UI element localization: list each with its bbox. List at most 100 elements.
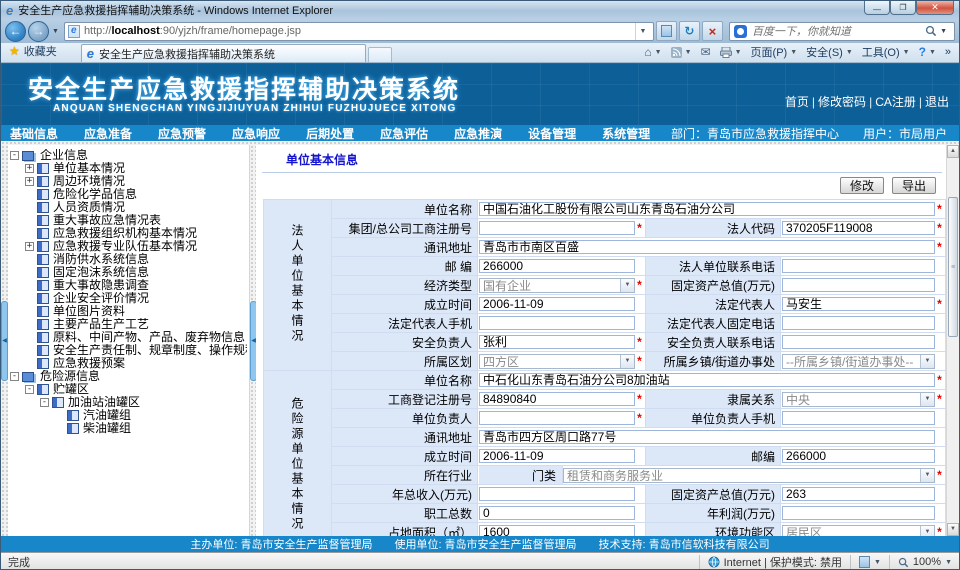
form-select[interactable]: 四方区 xyxy=(479,354,635,369)
form-input[interactable] xyxy=(782,335,935,349)
tree-item-7[interactable]: +应急救援专业队伍基本情况 xyxy=(10,240,247,253)
form-input[interactable] xyxy=(782,506,935,520)
form-input[interactable] xyxy=(782,316,935,330)
form-input[interactable]: 84890840 xyxy=(479,392,635,406)
address-dropdown-icon[interactable]: ▼ xyxy=(635,23,650,40)
collapse-toggle-icon[interactable]: - xyxy=(40,398,49,407)
form-input[interactable] xyxy=(479,487,635,501)
maximize-button[interactable] xyxy=(890,1,916,15)
tree-item-9[interactable]: 固定泡沫系统信息 xyxy=(10,266,247,279)
safety-menu-button[interactable]: 安全(S)▼ xyxy=(806,44,853,60)
help-menu-button[interactable]: ?▼ xyxy=(919,46,936,58)
form-select[interactable]: 国有企业 xyxy=(479,278,635,293)
form-input[interactable]: 青岛市市南区百盛 xyxy=(479,240,935,254)
form-input[interactable]: 张利 xyxy=(479,335,635,349)
address-bar[interactable]: http://localhost:90/yjzh/frame/homepage.… xyxy=(64,22,654,41)
tree-item-10[interactable]: 重大事故隐患调查 xyxy=(10,279,247,292)
form-input[interactable]: 266000 xyxy=(782,449,935,463)
form-input[interactable]: 0 xyxy=(479,506,635,520)
form-input[interactable]: 1600 xyxy=(479,525,635,536)
tree-item-15[interactable]: 安全生产责任制、规章制度、操作规程信息 xyxy=(10,344,247,357)
tree-item-16[interactable]: 应急救援预案 xyxy=(10,357,247,370)
page-menu-button[interactable]: 页面(P)▼ xyxy=(751,44,798,60)
print-button[interactable]: ▼ xyxy=(720,47,742,58)
zoom-control[interactable]: 100% ▼ xyxy=(889,555,952,569)
collapse-toggle-icon[interactable]: - xyxy=(10,151,19,160)
search-dropdown-icon[interactable]: ▼ xyxy=(940,28,947,35)
expand-toggle-icon[interactable]: + xyxy=(25,177,34,186)
tree-item-4[interactable]: 人员资质情况 xyxy=(10,201,247,214)
collapse-toggle-icon[interactable]: - xyxy=(25,385,34,394)
tree-item-13[interactable]: 主要产品生产工艺 xyxy=(10,318,247,331)
tree-item-6[interactable]: 应急救援组织机构基本情况 xyxy=(10,227,247,240)
nav-item-4[interactable]: 后期处置 xyxy=(306,125,354,141)
tree-item-12[interactable]: 单位图片资料 xyxy=(10,305,247,318)
feeds-button[interactable]: ▼ xyxy=(671,47,692,58)
tree-item-2[interactable]: +周边环境情况 xyxy=(10,175,247,188)
favorites-button[interactable]: ★ 收藏夹 xyxy=(1,43,67,62)
search-magnifier-icon[interactable] xyxy=(925,25,937,37)
nav-item-0[interactable]: 基础信息 xyxy=(10,125,58,141)
form-input[interactable]: 中石化山东青岛石油分公司8加油站 xyxy=(479,373,935,387)
form-input[interactable] xyxy=(782,278,935,292)
nav-item-8[interactable]: 系统管理 xyxy=(602,125,650,141)
scrollbar-down-arrow[interactable]: ▼ xyxy=(947,523,959,536)
form-select[interactable]: 租赁和商务服务业 xyxy=(563,468,935,483)
splitter-collapse-handle-left[interactable]: ◀ xyxy=(1,301,8,381)
form-input[interactable]: 2006-11-09 xyxy=(479,297,635,311)
form-input[interactable] xyxy=(479,411,635,425)
tree-splitter[interactable]: ◀ xyxy=(249,145,256,536)
header-link-0[interactable]: 首页 xyxy=(785,93,809,110)
expand-toggle-icon[interactable]: + xyxy=(25,164,34,173)
form-input[interactable]: 青岛市四方区周口路77号 xyxy=(479,430,935,444)
tools-menu-button[interactable]: 工具(O)▼ xyxy=(862,44,910,60)
command-overflow-button[interactable]: » xyxy=(945,46,951,58)
form-input[interactable]: 266000 xyxy=(479,259,635,273)
tree-item-0[interactable]: -企业信息 xyxy=(10,149,247,162)
collapse-toggle-icon[interactable]: - xyxy=(10,372,19,381)
header-link-2[interactable]: CA注册 xyxy=(875,93,916,110)
form-select[interactable]: --所属乡镇/街道办事处-- xyxy=(782,354,935,369)
export-button[interactable]: 导出 xyxy=(892,177,936,194)
nav-item-7[interactable]: 设备管理 xyxy=(528,125,576,141)
nav-item-6[interactable]: 应急推演 xyxy=(454,125,502,141)
read-mail-button[interactable]: ✉ xyxy=(701,46,711,58)
form-input[interactable] xyxy=(782,259,935,273)
header-link-1[interactable]: 修改密码 xyxy=(818,93,866,110)
scrollbar-up-arrow[interactable]: ▲ xyxy=(947,145,959,158)
nav-item-1[interactable]: 应急准备 xyxy=(84,125,132,141)
scrollbar-thumb[interactable]: ≡ xyxy=(948,197,958,337)
form-input[interactable]: 2006-11-09 xyxy=(479,449,635,463)
tree-item-18[interactable]: -贮罐区 xyxy=(10,383,247,396)
new-tab-button[interactable] xyxy=(368,47,392,62)
form-input[interactable]: 中国石油化工股份有限公司山东青岛石油分公司 xyxy=(479,202,935,216)
form-input[interactable] xyxy=(479,221,635,235)
expand-toggle-icon[interactable]: + xyxy=(25,242,34,251)
history-dropdown-icon[interactable]: ▼ xyxy=(52,28,59,35)
tree-item-8[interactable]: 消防供水系统信息 xyxy=(10,253,247,266)
back-button[interactable]: ← xyxy=(5,21,26,42)
content-scrollbar[interactable]: ▲ ≡ ▼ xyxy=(946,145,959,536)
form-select[interactable]: 居民区 xyxy=(782,525,935,537)
tree-item-5[interactable]: 重大事故应急情况表 xyxy=(10,214,247,227)
form-input[interactable]: 马安生 xyxy=(782,297,935,311)
tree-item-14[interactable]: 原料、中间产物、产品、废弃物信息 xyxy=(10,331,247,344)
refresh-button[interactable]: ↻ xyxy=(679,21,700,41)
form-input[interactable]: 370205F119008 xyxy=(782,221,935,235)
tree-item-11[interactable]: 企业安全评价情况 xyxy=(10,292,247,305)
modify-button[interactable]: 修改 xyxy=(840,177,884,194)
tree-item-21[interactable]: 柴油罐组 xyxy=(10,422,247,435)
form-input[interactable] xyxy=(782,411,935,425)
nav-item-2[interactable]: 应急预警 xyxy=(158,125,206,141)
browser-tab[interactable]: e 安全生产应急救援指挥辅助决策系统 xyxy=(81,44,366,62)
nav-item-3[interactable]: 应急响应 xyxy=(232,125,280,141)
tree-item-1[interactable]: +单位基本情况 xyxy=(10,162,247,175)
form-select[interactable]: 中央 xyxy=(782,392,935,407)
forward-button[interactable]: → xyxy=(28,21,49,42)
header-link-3[interactable]: 退出 xyxy=(925,93,949,110)
nav-item-5[interactable]: 应急评估 xyxy=(380,125,428,141)
home-button[interactable]: ⌂▼ xyxy=(644,46,661,58)
stop-button[interactable]: × xyxy=(702,21,723,41)
tree-item-19[interactable]: -加油站油罐区 xyxy=(10,396,247,409)
close-button[interactable] xyxy=(916,1,954,15)
